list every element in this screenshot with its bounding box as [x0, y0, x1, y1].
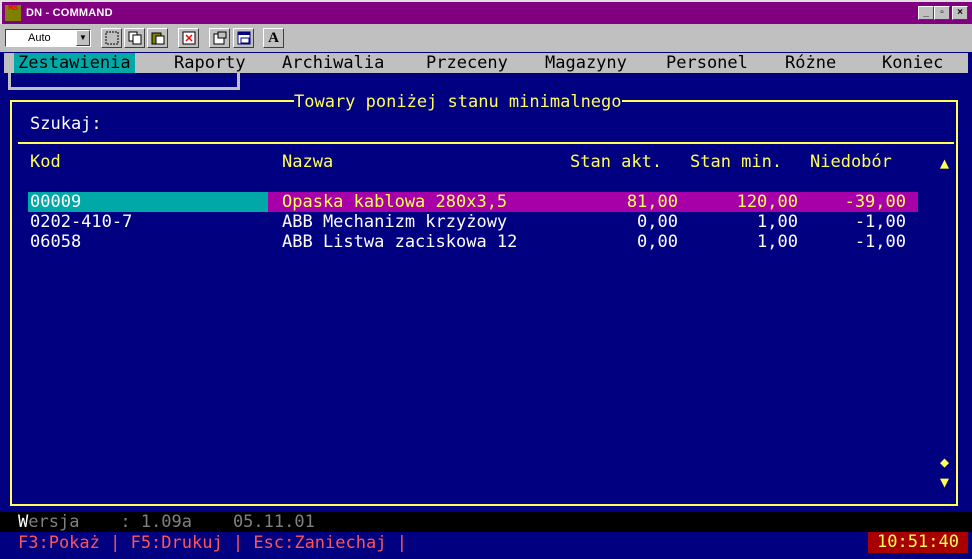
- font-button[interactable]: A: [263, 28, 284, 48]
- table-row[interactable]: 06058 ABB Listwa zaciskowa 12 0,00 1,00 …: [30, 232, 920, 252]
- menu-item-personel[interactable]: Personel: [666, 53, 748, 73]
- frame-left: [10, 100, 12, 506]
- table-row[interactable]: 0202-410-7 ABB Mechanizm krzyżowy 0,00 1…: [30, 212, 920, 232]
- console-area: Zestawienia Raporty Archiwalia Przeceny …: [0, 52, 972, 559]
- column-header-min[interactable]: Stan min.: [690, 152, 782, 172]
- frame-right: [956, 100, 958, 506]
- cell-name: ABB Listwa zaciskowa 12: [282, 232, 518, 252]
- title-bar: MS DN - COMMAND _ ▫ ×: [0, 0, 972, 24]
- font-size-value: Auto: [28, 32, 51, 44]
- cell-min: 120,00: [736, 192, 798, 212]
- window-icon: [237, 31, 250, 45]
- properties-icon: [213, 31, 226, 45]
- function-keys[interactable]: F3:Pokaż | F5:Drukuj | Esc:Zaniechaj |: [18, 533, 407, 553]
- fullscreen-icon: [182, 31, 195, 45]
- column-header-code[interactable]: Kod: [30, 152, 61, 172]
- fullscreen-button[interactable]: [178, 28, 199, 48]
- cell-code: 00009: [30, 192, 82, 212]
- mark-icon: [105, 31, 118, 45]
- cell-code: 0202-410-7: [30, 212, 133, 232]
- menu-item-koniec[interactable]: Koniec: [882, 53, 943, 73]
- menu-item-raporty[interactable]: Raporty: [174, 53, 246, 73]
- cell-name: ABB Mechanizm krzyżowy: [282, 212, 508, 232]
- chevron-down-icon[interactable]: ▼: [76, 30, 90, 46]
- menu-item-archiwalia[interactable]: Archiwalia: [282, 53, 384, 73]
- column-header-shortage[interactable]: Niedobór: [810, 152, 892, 172]
- cell-code: 06058: [30, 232, 82, 252]
- column-header-stock[interactable]: Stan akt.: [570, 152, 662, 172]
- menu-item-przeceny[interactable]: Przeceny: [426, 53, 508, 73]
- app-icon[interactable]: MS: [5, 5, 21, 21]
- panel-title: Towary poniżej stanu minimalnego: [294, 92, 622, 112]
- menu-item-rozne[interactable]: Różne: [785, 53, 836, 73]
- scroll-down-icon[interactable]: ▼: [940, 472, 949, 492]
- cell-shortage: -1,00: [854, 232, 906, 252]
- background-button[interactable]: [233, 28, 254, 48]
- paste-button[interactable]: [147, 28, 168, 48]
- mark-button[interactable]: [101, 28, 122, 48]
- scroll-up-icon[interactable]: ▲: [940, 153, 949, 173]
- cell-stock: 0,00: [637, 212, 678, 232]
- copy-icon: [128, 31, 141, 45]
- cell-shortage: -39,00: [844, 192, 906, 212]
- frame-bottom: [10, 504, 958, 506]
- paste-icon: [151, 32, 164, 45]
- close-button[interactable]: ×: [952, 6, 968, 20]
- cell-stock: 0,00: [637, 232, 678, 252]
- version-first-letter: W: [18, 512, 29, 532]
- cell-min: 1,00: [757, 212, 798, 232]
- table-row[interactable]: 00009 Opaska kablowa 280x3,5 81,00 120,0…: [28, 192, 920, 212]
- cell-shortage: -1,00: [854, 212, 906, 232]
- minimize-button[interactable]: _: [918, 6, 934, 20]
- submenu-shadow: [8, 73, 240, 90]
- cell-name: Opaska kablowa 280x3,5: [282, 192, 508, 212]
- column-header-name[interactable]: Nazwa: [282, 152, 333, 172]
- version-info: Wersja : 1.09a 05.11.01: [18, 512, 315, 532]
- font-size-select[interactable]: Auto ▼: [5, 29, 91, 47]
- cell-stock: 81,00: [626, 192, 678, 212]
- window-title: DN - COMMAND: [26, 7, 113, 19]
- version-text: ersja : 1.09a 05.11.01: [28, 512, 315, 532]
- scroll-thumb-icon[interactable]: ◆: [940, 452, 949, 472]
- toolbar: Auto ▼ A: [0, 24, 972, 52]
- properties-button[interactable]: [209, 28, 230, 48]
- search-label: Szukaj:: [30, 114, 102, 134]
- menu-bar: Zestawienia Raporty Archiwalia Przeceny …: [4, 53, 968, 73]
- menu-item-zestawienia[interactable]: Zestawienia: [14, 53, 135, 73]
- cell-min: 1,00: [757, 232, 798, 252]
- menu-item-magazyny[interactable]: Magazyny: [545, 53, 627, 73]
- maximize-button[interactable]: ▫: [934, 6, 950, 20]
- copy-button[interactable]: [124, 28, 145, 48]
- clock: 10:51:40: [868, 532, 968, 553]
- frame-separator: [18, 142, 954, 144]
